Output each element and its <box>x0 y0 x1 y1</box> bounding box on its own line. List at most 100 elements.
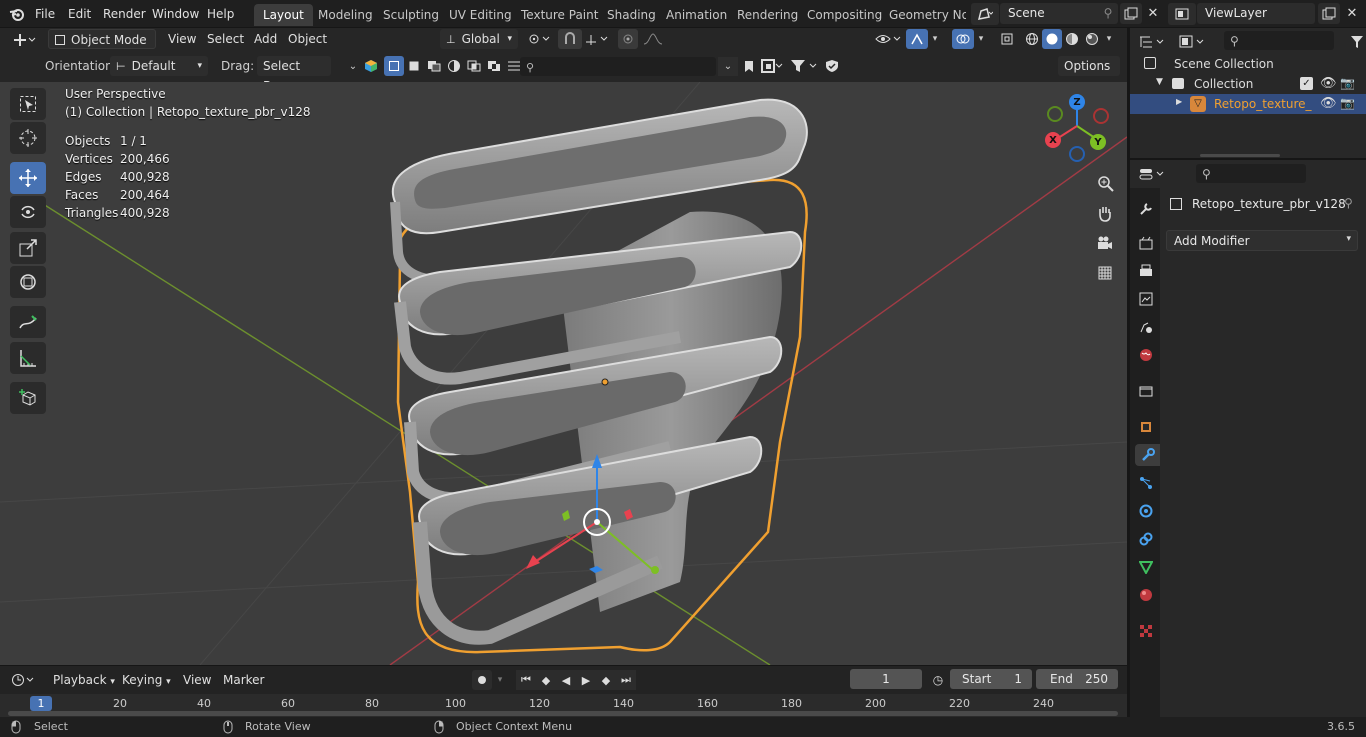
object-types-icon[interactable] <box>362 57 380 75</box>
measure-tool[interactable] <box>10 342 46 374</box>
render-tab-icon[interactable] <box>1135 232 1157 254</box>
viewlayer-field[interactable]: ViewLayer <box>1197 3 1315 24</box>
play-icon[interactable]: ▶ <box>576 670 596 690</box>
timeline-view-menu[interactable]: View <box>183 670 211 690</box>
marker-menu[interactable]: Marker <box>223 670 264 690</box>
properties-editor-icon[interactable] <box>1136 164 1170 184</box>
pivot-point-icon[interactable] <box>524 29 554 49</box>
menu-object[interactable]: Object <box>288 29 327 49</box>
snap-icon[interactable] <box>558 29 582 49</box>
tab-sculpting[interactable]: Sculpting <box>374 4 448 26</box>
gizmo-dropdown-icon[interactable]: ▾ <box>928 29 942 49</box>
drag-dropdown[interactable]: Select Box▾ <box>257 56 331 93</box>
pan-hand-icon[interactable] <box>1092 200 1118 226</box>
gizmo-y-axis[interactable]: Y <box>1090 134 1106 150</box>
outliner-filter-icon[interactable] <box>1348 32 1366 52</box>
tab-geometry-nodes[interactable]: Geometry Noc <box>880 4 966 26</box>
outliner-row-scene-collection[interactable]: Scene Collection <box>1130 54 1366 74</box>
menu-file[interactable]: File <box>35 0 55 28</box>
panel-divider-horizontal[interactable] <box>1130 158 1366 160</box>
chevron-down-icon[interactable]: ⌄ <box>346 59 360 73</box>
timeline-editor-icon[interactable] <box>8 670 40 690</box>
tab-shading[interactable]: Shading <box>598 4 665 26</box>
blender-logo-icon[interactable] <box>8 5 26 23</box>
search-input[interactable]: ⚲ <box>520 57 716 76</box>
select-box-tool[interactable] <box>10 88 46 120</box>
camera-icon[interactable]: 📷 <box>1340 76 1355 90</box>
object-tab-icon[interactable] <box>1135 416 1157 438</box>
menu-render[interactable]: Render <box>103 0 146 28</box>
rendered-shading-icon[interactable] <box>1082 29 1102 49</box>
annotate-tool[interactable] <box>10 306 46 338</box>
tab-animation[interactable]: Animation <box>657 4 736 26</box>
collection-tab-icon[interactable] <box>1135 380 1157 402</box>
new-viewlayer-icon[interactable] <box>1318 3 1340 24</box>
panel-divider-vertical[interactable] <box>1127 28 1130 717</box>
transform-tool[interactable] <box>10 266 46 298</box>
keying-set-dropdown-icon[interactable]: ▾ <box>492 670 508 690</box>
select-mode-invert-icon[interactable] <box>444 56 464 76</box>
select-mode-intersect-icon[interactable] <box>464 56 484 76</box>
keying-menu[interactable]: Keying ▾ <box>122 670 171 690</box>
cursor-tool[interactable] <box>10 122 46 154</box>
gizmo-z-axis[interactable]: Z <box>1069 94 1085 110</box>
3d-viewport[interactable]: User Perspective (1) Collection | Retopo… <box>0 82 1127 665</box>
visibility-icon[interactable] <box>872 29 904 49</box>
outliner-search-input[interactable]: ⚲ <box>1224 31 1334 50</box>
playback-menu[interactable]: Playback ▾ <box>53 670 115 690</box>
texture-tab-icon[interactable] <box>1135 620 1157 642</box>
play-reverse-icon[interactable]: ◀ <box>556 670 576 690</box>
tab-uv-editing[interactable]: UV Editing <box>440 4 521 26</box>
current-frame-field[interactable]: 1 <box>850 669 922 689</box>
menu-edit[interactable]: Edit <box>68 0 91 28</box>
filter-funnel-icon[interactable] <box>788 56 822 76</box>
scene-browse-icon[interactable] <box>971 3 999 25</box>
next-keyframe-icon[interactable]: ◆ <box>596 670 616 690</box>
transform-orientation-dropdown[interactable]: ⊥ Global ▾ <box>440 29 518 49</box>
filter-dropdown-icon[interactable]: ⌄ <box>718 57 738 76</box>
delete-scene-icon[interactable]: ✕ <box>1143 3 1163 24</box>
bookmark-icon[interactable] <box>740 56 758 76</box>
material-tab-icon[interactable] <box>1135 584 1157 606</box>
pin-icon[interactable]: ⚲ <box>1100 5 1116 21</box>
xray-icon[interactable] <box>996 29 1018 49</box>
tool-tab-icon[interactable] <box>1135 198 1157 220</box>
mode-dropdown[interactable]: Object Mode▾ <box>48 29 156 65</box>
scene-tab-icon[interactable] <box>1135 316 1157 338</box>
wireframe-shading-icon[interactable] <box>1022 29 1042 49</box>
pin-icon[interactable]: ⚲ <box>1344 196 1353 210</box>
output-tab-icon[interactable] <box>1135 260 1157 282</box>
world-tab-icon[interactable] <box>1135 344 1157 366</box>
move-tool[interactable] <box>10 162 46 194</box>
menu-view[interactable]: View <box>168 29 196 49</box>
display-mode-icon[interactable] <box>1176 32 1210 52</box>
camera-view-icon[interactable] <box>1092 230 1118 256</box>
proportional-edit-icon[interactable] <box>618 29 638 49</box>
gizmo-toggle-icon[interactable] <box>906 29 928 49</box>
shield-icon[interactable] <box>822 56 842 76</box>
perspective-toggle-icon[interactable] <box>1092 260 1118 286</box>
shading-dropdown-icon[interactable]: ▾ <box>1102 29 1116 49</box>
gizmo-neg-x-axis[interactable] <box>1093 108 1109 124</box>
editor-type-icon[interactable] <box>8 30 42 50</box>
modifier-tab-icon[interactable] <box>1135 444 1160 466</box>
end-frame-field[interactable]: End 250 <box>1036 669 1118 689</box>
select-mode-difference-icon[interactable] <box>484 56 504 76</box>
menu-help[interactable]: Help <box>207 0 234 28</box>
jump-end-icon[interactable]: ⏭ <box>616 670 636 690</box>
camera-icon[interactable]: 📷 <box>1340 96 1355 110</box>
particles-tab-icon[interactable] <box>1135 472 1157 494</box>
tab-modeling[interactable]: Modeling <box>309 4 382 26</box>
scale-tool[interactable] <box>10 232 46 264</box>
checkbox-icon[interactable]: ✓ <box>1300 77 1313 90</box>
tab-layout[interactable]: Layout <box>254 4 313 26</box>
menu-window[interactable]: Window <box>152 0 199 28</box>
menu-add[interactable]: Add <box>254 29 277 49</box>
overlays-dropdown-icon[interactable]: ▾ <box>974 29 988 49</box>
view-layer-tab-icon[interactable] <box>1135 288 1157 310</box>
overlays-toggle-icon[interactable] <box>952 29 974 49</box>
select-mode-extend-icon[interactable] <box>404 56 424 76</box>
solid-shading-icon[interactable] <box>1042 29 1062 49</box>
select-mode-new-icon[interactable] <box>384 56 404 76</box>
viewlayer-browse-icon[interactable] <box>1168 3 1196 25</box>
